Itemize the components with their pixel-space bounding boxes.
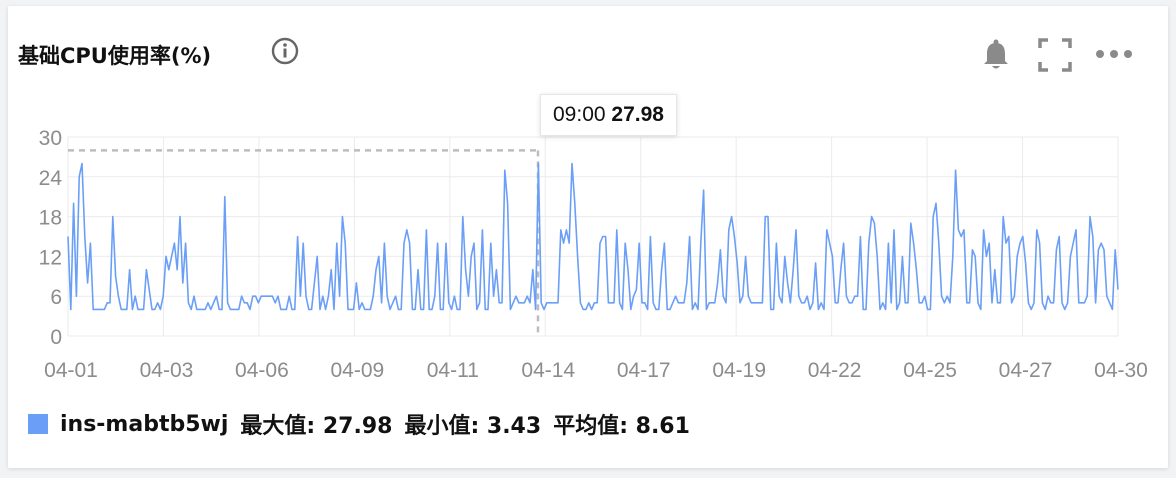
y-tick-label: 0 [50, 326, 62, 349]
series-group [67, 162, 1119, 311]
x-tick-label: 04-25 [903, 359, 957, 382]
x-tick-label: 04-09 [331, 359, 385, 382]
x-tick-label: 04-30 [1094, 359, 1148, 382]
tooltip-value: 27.98 [611, 103, 664, 126]
y-tick-label: 12 [39, 246, 62, 269]
chart-tooltip: 09:00 27.98 [540, 94, 677, 136]
x-tick-label: 04-01 [44, 359, 98, 382]
legend-min: 最小值: 3.43 [404, 414, 542, 439]
x-tick-label: 04-11 [427, 359, 479, 382]
x-tick-label: 04-03 [140, 359, 194, 382]
x-tick-label: 04-19 [712, 359, 766, 382]
chart-legend: ins-mabtb5wj 最大值: 27.98 最小值: 3.43 平均值: 8… [28, 408, 702, 440]
y-tick-label: 24 [39, 167, 63, 190]
x-tick-label: 04-14 [521, 359, 575, 382]
x-tick-label: 04-27 [999, 359, 1053, 382]
x-tick-label: 04-17 [617, 359, 671, 382]
y-tick-label: 30 [39, 127, 62, 150]
tooltip-time: 09:00 [553, 103, 606, 126]
y-axis-ticks: 0 6 12 18 24 30 [39, 127, 63, 349]
legend-swatch[interactable] [28, 414, 48, 434]
legend-instance[interactable]: ins-mabtb5wj [60, 412, 228, 437]
legend-avg: 平均值: 8.61 [553, 414, 690, 439]
series-line-ins-mabtb5wj [67, 162, 1119, 311]
y-tick-label: 18 [39, 207, 62, 230]
x-axis-ticks: 04-01 04-03 04-06 04-09 04-11 04-14 04-17 04-19… [44, 359, 1148, 382]
legend-max: 最大值: 27.98 [240, 414, 393, 439]
y-tick-label: 6 [50, 286, 62, 309]
x-tick-label: 04-06 [235, 359, 289, 382]
x-tick-label: 04-22 [808, 359, 862, 382]
cpu-line-chart: 0 6 12 18 24 30 04-01 04-03 04-06 04-09 04-11 04-1… [39, 127, 1148, 382]
